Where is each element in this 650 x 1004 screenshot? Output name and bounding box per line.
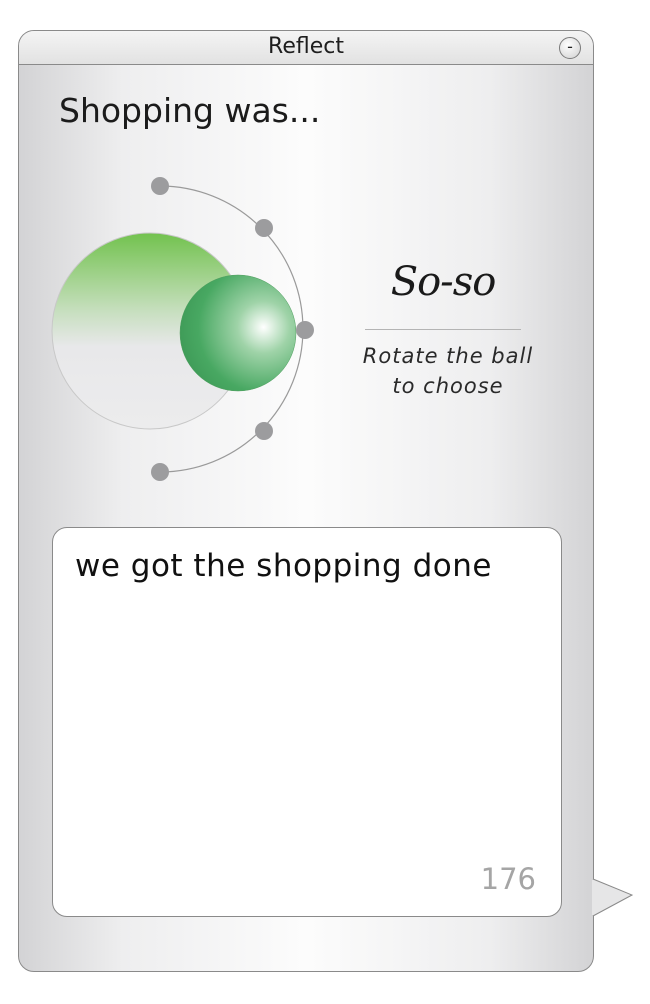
callout-pointer (592, 878, 634, 917)
dial-stop-4[interactable] (255, 422, 273, 440)
selected-mood-label: So-so (390, 259, 497, 305)
dial-stop-1[interactable] (151, 177, 169, 195)
mood-ball[interactable] (179, 274, 297, 392)
character-counter: 176 (480, 862, 536, 896)
instruction-line-2: to choose (392, 374, 504, 398)
dial-stop-3[interactable] (296, 321, 314, 339)
dial-stop-5[interactable] (151, 463, 169, 481)
mood-divider (365, 329, 521, 330)
note-textarea[interactable]: we got the shopping done 176 (52, 527, 562, 917)
note-text: we got the shopping done (75, 548, 492, 584)
instruction-line-1: Rotate the ball (362, 344, 534, 368)
dial-stop-2[interactable] (255, 219, 273, 237)
dial-instruction: Rotate the ball to choose (337, 341, 559, 401)
reflect-window: Reflect - Shopping was... So-so Rotate t… (18, 30, 594, 972)
